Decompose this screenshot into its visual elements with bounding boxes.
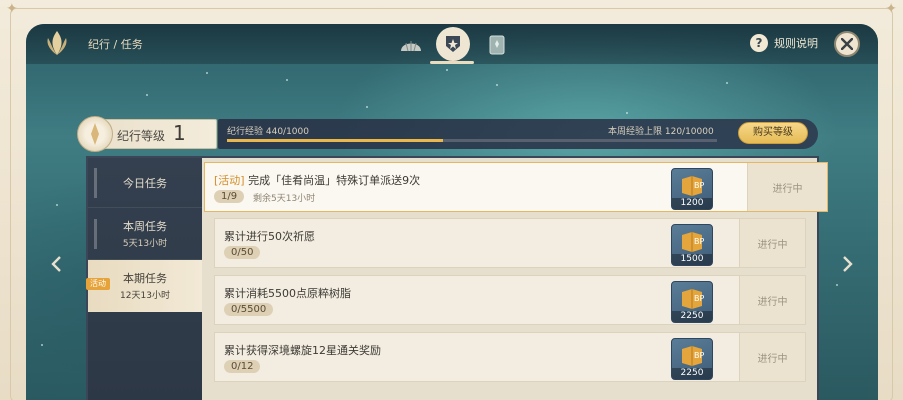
task-row[interactable]: 累计消耗5500点原粹树脂 0/5500 BP 2250 进行中 [214,275,806,325]
shell-icon [401,41,421,52]
task-title: 累计消耗5500点原粹树脂 [224,287,351,300]
reward-quantity: 1200 [672,198,712,209]
task-progress: 0/12 [224,360,261,373]
status-badge: 进行中 [739,219,805,267]
exp-book-icon: BP [682,176,704,196]
tab-missions[interactable] [436,27,470,61]
sidebar-item-daily[interactable]: 今日任务 [88,158,202,208]
reward-quantity: 2250 [672,311,712,322]
buy-level-button[interactable]: 购买等级 [738,122,808,144]
task-title-text: 完成「佳肴尚温」特殊订单派送9次 [244,174,421,187]
status-badge: 进行中 [747,163,827,211]
reward-exp-item[interactable]: BP 2250 [671,281,713,323]
exp-book-icon: BP [682,346,704,366]
weekly-cap-label: 本周经验上限 120/10000 [608,127,714,137]
rules-label: 规则说明 [774,37,818,50]
corner-ornament-icon: ✦ [6,1,18,17]
exp-track [227,139,717,142]
task-list: [活动] 完成「佳肴尚温」特殊订单派送9次 1/9 剩余5天13小时 BP 12… [202,158,828,400]
tab-shop[interactable] [482,30,512,60]
battle-pass-emblem-icon [47,31,67,55]
exp-book-icon: BP [682,289,704,309]
reward-exp-item[interactable]: BP 2250 [671,338,713,380]
chevron-left-icon [51,256,61,272]
reward-quantity: 1500 [672,254,712,265]
task-progress: 0/50 [224,246,261,259]
corner-ornament-icon: ✦ [885,1,897,17]
previous-page-button[interactable] [48,252,64,276]
level-emblem-icon [77,116,113,152]
svg-text:BP: BP [694,294,704,303]
mission-shield-icon [446,36,460,52]
task-row[interactable]: 累计获得深境螺旋12星通关奖励 0/12 BP 2250 进行中 [214,332,806,382]
sidebar-item-label: 今日任务 [123,176,167,190]
status-badge: 进行中 [739,333,805,381]
reward-quantity: 2250 [672,368,712,379]
exp-label: 纪行经验 440/1000 [227,127,309,137]
tab-rewards[interactable] [396,30,426,60]
task-title: [活动] 完成「佳肴尚温」特殊订单派送9次 [214,172,420,188]
rules-button[interactable]: ? 规则说明 [750,34,818,52]
exp-book-icon: BP [682,232,704,252]
close-icon [841,38,853,50]
task-remaining-time: 剩余5天13小时 [253,194,316,204]
reward-exp-item[interactable]: BP 1200 [671,168,713,210]
sidebar-item-label: 本周任务 [123,220,167,233]
mission-sidebar: 今日任务 本周任务 5天13小时 本期任务 12天13小时 活动 [86,158,202,400]
active-tab-indicator [430,61,474,64]
card-icon [489,35,505,55]
level-label: 纪行等级 [117,129,166,143]
next-page-button[interactable] [840,252,856,276]
nav-marker [94,167,97,198]
sidebar-item-weekly[interactable]: 本周任务 5天13小时 [88,208,202,260]
level-badge: 纪行等级 1 [77,116,217,152]
sidebar-item-timer: 12天13小时 [120,291,170,301]
sidebar-item-label: 本期任务 [123,272,167,285]
status-badge: 进行中 [739,276,805,324]
task-progress: 1/9 [214,190,245,203]
task-title: 累计进行50次祈愿 [224,230,315,243]
task-row[interactable]: 累计进行50次祈愿 0/50 BP 1500 进行中 [214,218,806,268]
nav-marker [94,218,97,249]
task-row[interactable]: [活动] 完成「佳肴尚温」特殊订单派送9次 1/9 剩余5天13小时 BP 12… [204,162,828,212]
question-icon: ? [750,34,768,52]
task-activity-prefix: [活动] [214,174,245,187]
top-bar: 纪行 / 任务 ? 规则说明 [26,24,878,64]
reward-exp-item[interactable]: BP 1500 [671,224,713,266]
svg-text:BP: BP [694,237,704,246]
sidebar-item-timer: 5天13小时 [122,239,168,249]
mission-content: 今日任务 本周任务 5天13小时 本期任务 12天13小时 活动 [活动] 完成… [86,156,828,400]
chevron-right-icon [843,256,853,272]
exp-bar: 纪行经验 440/1000 本周经验上限 120/10000 购买等级 [218,119,818,149]
breadcrumb: 纪行 / 任务 [88,38,143,51]
close-button[interactable] [834,31,860,57]
task-title: 累计获得深境螺旋12星通关奖励 [224,344,381,357]
task-progress: 0/5500 [224,303,274,316]
battle-pass-panel: 纪行 / 任务 ? 规则说明 纪行等级 1 纪行经验 440/1000 本周经验… [26,24,878,400]
activity-tag: 活动 [86,278,110,290]
exp-fill [227,139,443,142]
svg-text:BP: BP [694,181,704,190]
svg-text:BP: BP [694,351,704,360]
level-value: 1 [173,121,186,145]
